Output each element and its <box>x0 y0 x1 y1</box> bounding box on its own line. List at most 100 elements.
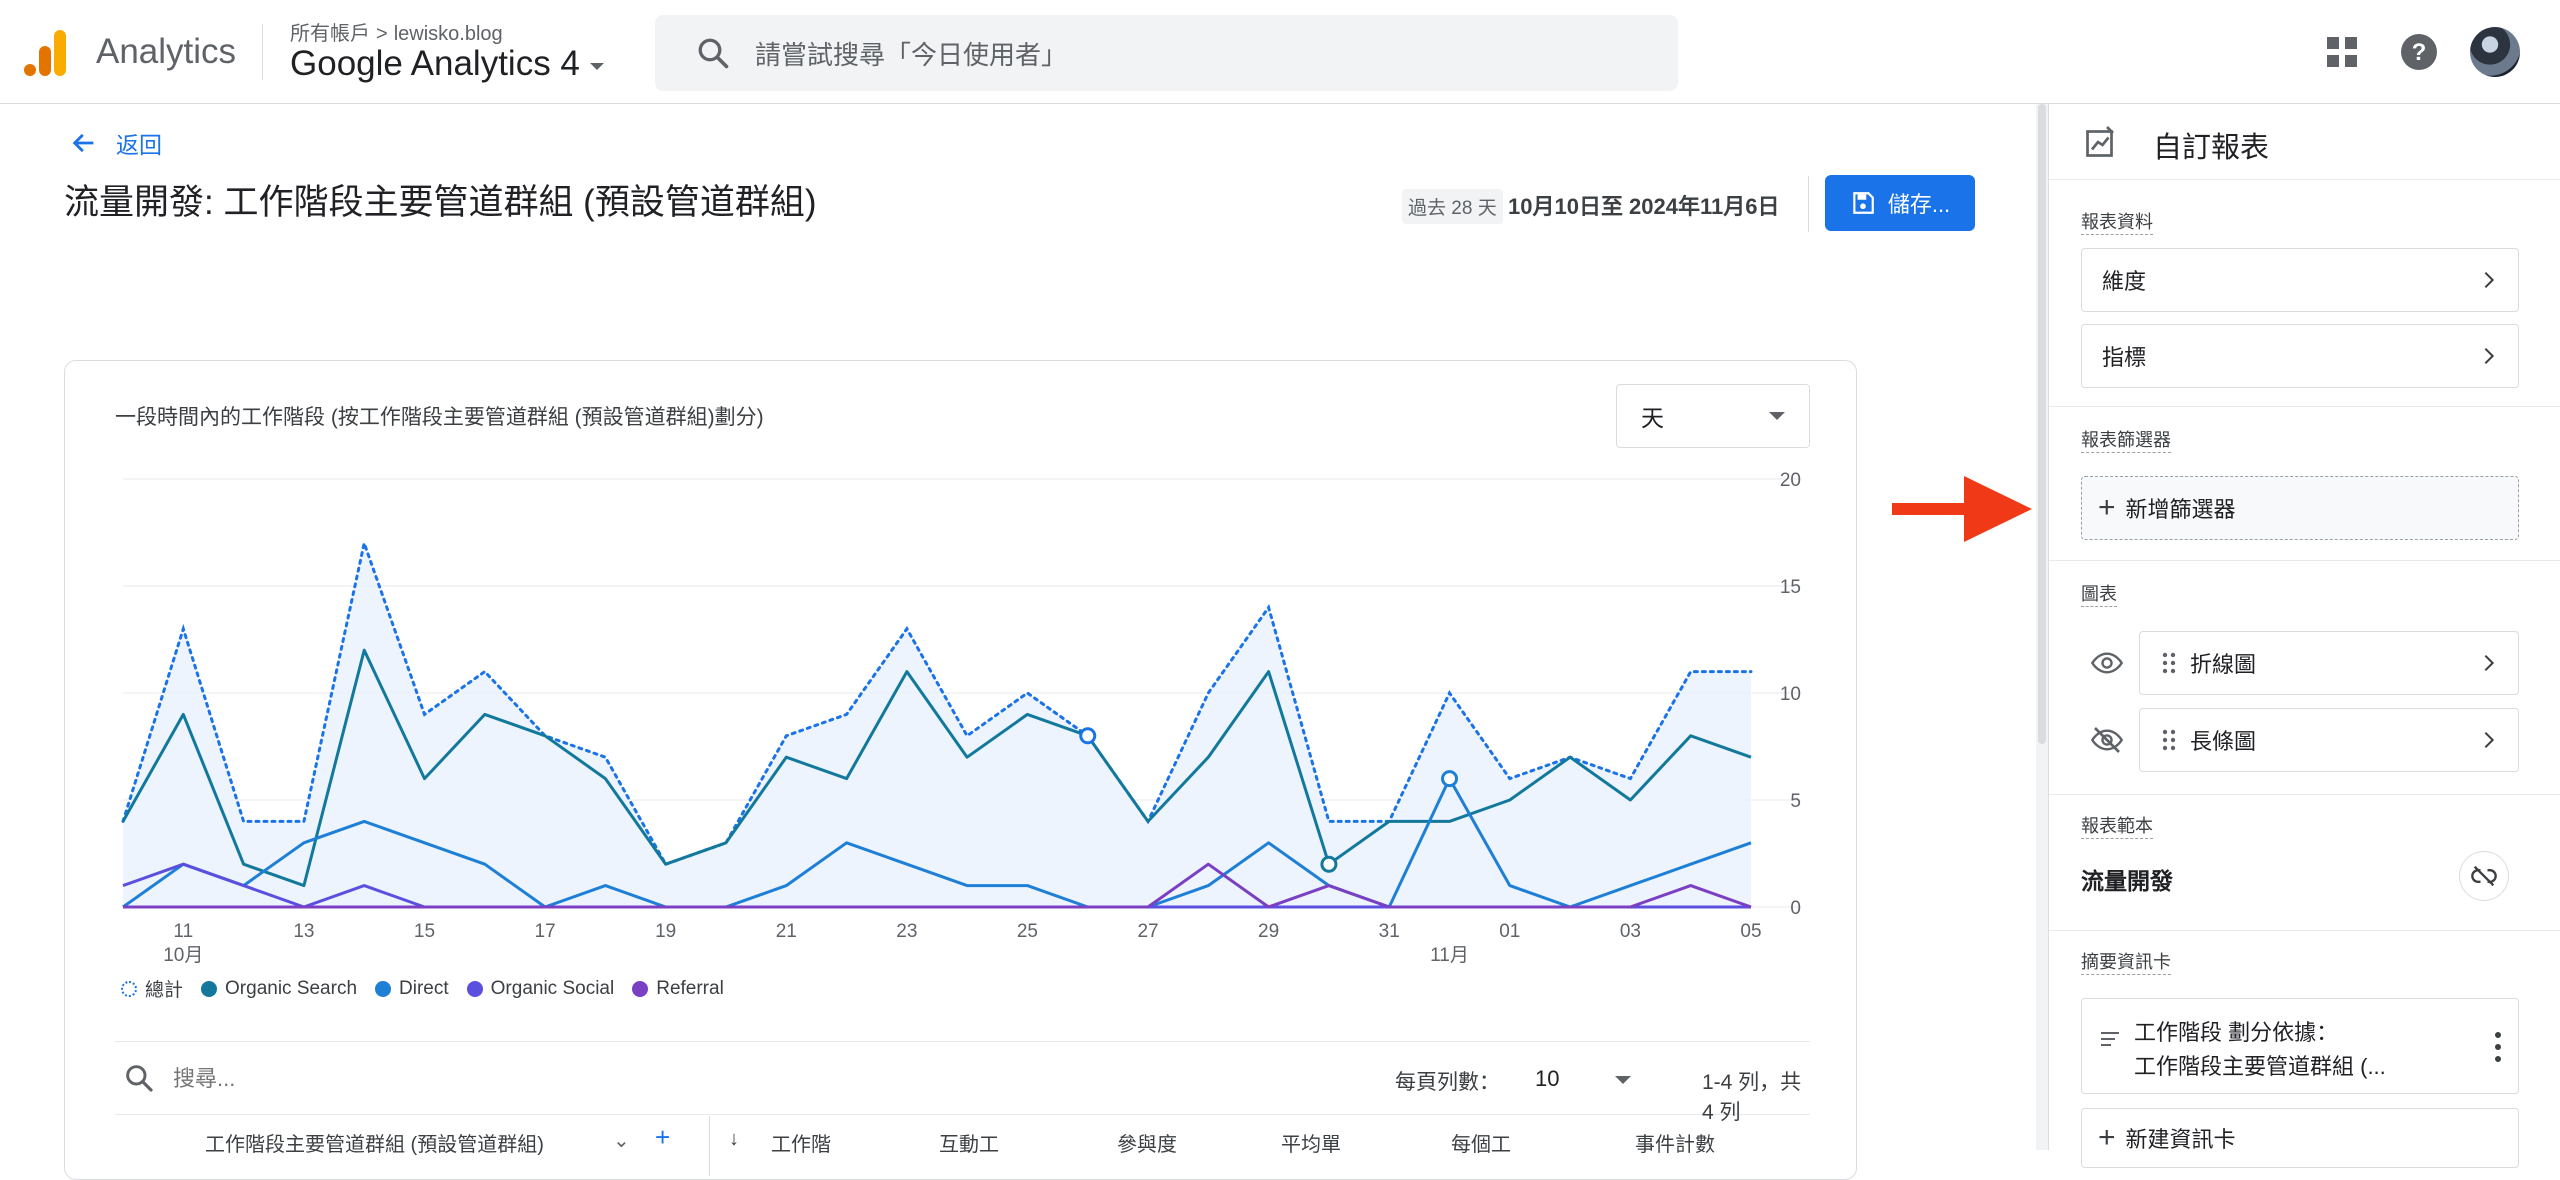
legend-item[interactable]: Organic Search <box>201 975 357 1002</box>
column-header[interactable]: 工作階段主要管道群組 (預設管道群組) <box>205 1128 544 1157</box>
x-tick-label: 27 <box>1137 921 1158 942</box>
x-tick-label: 01 <box>1499 921 1520 942</box>
more-vert-icon[interactable] <box>2494 1031 2502 1063</box>
legend-swatch <box>375 980 392 997</box>
property-selector[interactable]: Google Analytics 4 <box>290 44 604 84</box>
visibility-icon[interactable] <box>2091 647 2123 679</box>
x-tick-label: 15 <box>414 921 435 942</box>
legend-item[interactable]: Referral <box>632 975 724 1002</box>
column-header[interactable]: 互動工 <box>939 1128 999 1157</box>
table-search-input[interactable] <box>173 1066 773 1092</box>
save-button[interactable]: 儲存... <box>1825 175 1975 231</box>
plus-icon: + <box>2098 1121 2116 1154</box>
legend-label: Organic Social <box>490 977 615 999</box>
column-header[interactable]: 參與度 <box>1117 1128 1177 1157</box>
drag-handle-icon[interactable] <box>2162 729 2176 751</box>
legend-label: 總計 <box>145 980 184 1001</box>
divider <box>2049 406 2560 407</box>
help-icon[interactable]: ? <box>2400 33 2438 71</box>
x-tick-label: 29 <box>1258 921 1279 942</box>
line-chart[interactable]: 0510152011 13 15 17 19 21 23 25 27 29 31 01 03 0510月 1… <box>65 361 1858 971</box>
month-label: 11月 <box>1430 945 1469 966</box>
date-range[interactable]: 10月10日至 2024年11月6日 <box>1508 189 1780 221</box>
scrollbar-thumb[interactable] <box>2038 104 2046 744</box>
section-label: 報表篩選器 <box>2081 426 2171 453</box>
chevron-right-icon: > <box>376 23 388 45</box>
legend-item[interactable]: Organic Social <box>466 975 615 1002</box>
y-tick-label: 10 <box>1780 684 1801 705</box>
legend-swatch <box>121 980 137 997</box>
account-breadcrumb[interactable]: 所有帳戶 > lewisko.blog <box>290 17 503 46</box>
x-tick-label: 11 <box>173 921 193 942</box>
anomaly-marker[interactable] <box>1320 855 1338 873</box>
x-tick-label: 25 <box>1017 921 1038 942</box>
anomaly-marker[interactable] <box>1079 727 1097 745</box>
drag-handle-icon[interactable] <box>2162 652 2176 674</box>
caret-down-icon[interactable] <box>1615 1076 1631 1084</box>
template-name: 流量開發 <box>2081 868 2173 894</box>
back-link[interactable]: 返回 <box>70 126 162 160</box>
section-label: 摘要資訊卡 <box>2081 948 2171 975</box>
date-preset-chip[interactable]: 過去 28 天 <box>1402 189 1503 224</box>
line-chart-label: 折線圖 <box>2190 652 2257 677</box>
caret-down-icon <box>589 62 604 70</box>
search-placeholder: 請嘗試搜尋「今日使用者」 <box>755 39 1068 70</box>
panel-title: 自訂報表 <box>2153 132 2270 164</box>
x-tick-label: 03 <box>1620 921 1641 942</box>
x-tick-label: 19 <box>655 921 676 942</box>
line-chart-row[interactable]: 折線圖 <box>2139 631 2519 695</box>
new-card-button[interactable]: + 新建資訊卡 <box>2081 1108 2519 1168</box>
add-filter-label: 新增篩選器 <box>2125 497 2236 522</box>
divider <box>262 24 263 80</box>
add-dimension-icon[interactable]: + <box>655 1122 670 1153</box>
page-title: 流量開發: 工作階段主要管道群組 (預設管道群組) <box>64 183 817 222</box>
dimensions-row[interactable]: 維度 <box>2081 248 2519 312</box>
y-tick-label: 0 <box>1790 898 1801 919</box>
section-label: 報表範本 <box>2081 812 2153 839</box>
chart-legend: 總計 Organic Search Direct Organic Social Refe… <box>121 975 724 1002</box>
back-label: 返回 <box>116 132 162 158</box>
global-search[interactable]: 請嘗試搜尋「今日使用者」 <box>655 15 1678 91</box>
add-filter-button[interactable]: + 新增篩選器 <box>2081 476 2519 540</box>
table-header: 工作階段主要管道群組 (預設管道群組) ⌄ + ↓ 工作階 互動工 參與度 平均… <box>115 1116 1810 1176</box>
app-name: Analytics <box>96 32 237 71</box>
y-tick-label: 5 <box>1790 791 1801 812</box>
anomaly-marker[interactable] <box>1441 770 1459 788</box>
arrow-right-icon <box>1892 476 2032 542</box>
metrics-row[interactable]: 指標 <box>2081 324 2519 388</box>
account-name: lewisko.blog <box>393 23 503 45</box>
summary-card[interactable]: 工作階段 劃分依據： 工作階段主要管道群組 (... <box>2081 998 2519 1094</box>
rows-per-page-label: 每頁列數： <box>1395 1071 1500 1094</box>
bar-chart-row[interactable]: 長條圖 <box>2139 708 2519 772</box>
analytics-logo-icon[interactable] <box>24 28 68 78</box>
avatar[interactable] <box>2470 27 2520 77</box>
property-name: Google Analytics 4 <box>290 44 580 83</box>
svg-text:?: ? <box>2412 39 2427 66</box>
visibility-off-icon[interactable] <box>2091 724 2123 756</box>
panel-header: 自訂報表 <box>2049 104 2560 180</box>
x-tick-label: 17 <box>535 921 556 942</box>
sort-desc-icon[interactable]: ↓ <box>729 1128 739 1151</box>
summary-card-title: 工作階段 劃分依據： <box>2134 1020 2339 1045</box>
apps-grid-icon[interactable] <box>2326 36 2358 68</box>
y-tick-label: 15 <box>1780 577 1801 598</box>
column-header[interactable]: 工作階 <box>771 1128 831 1157</box>
legend-swatch <box>201 980 218 997</box>
column-header[interactable]: 事件計數 <box>1635 1128 1715 1157</box>
legend-item[interactable]: Direct <box>375 975 449 1002</box>
legend-swatch <box>466 980 483 997</box>
section-label: 圖表 <box>2081 580 2117 607</box>
legend-item[interactable]: 總計 <box>121 975 183 1002</box>
column-header[interactable]: 平均單 <box>1281 1128 1341 1157</box>
save-icon <box>1853 192 1874 214</box>
series-area-total <box>123 543 1751 907</box>
x-tick-label: 13 <box>293 921 314 942</box>
x-tick-label: 31 <box>1379 921 1400 942</box>
column-header[interactable]: 每個工 <box>1451 1128 1511 1157</box>
legend-swatch <box>632 980 649 997</box>
chevron-down-icon[interactable]: ⌄ <box>613 1128 630 1153</box>
legend-label: Referral <box>656 977 724 999</box>
unlink-template-button[interactable] <box>2459 851 2509 901</box>
month-label: 10月 <box>163 945 203 966</box>
arrow-back-icon <box>72 133 94 153</box>
